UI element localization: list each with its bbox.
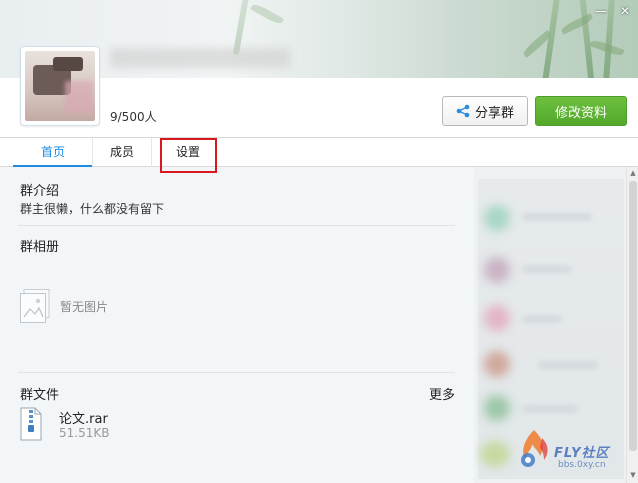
member-count: 9/500人 [110, 110, 157, 124]
bamboo-decoration [579, 0, 595, 78]
zip-file-icon[interactable] [20, 407, 42, 441]
album-title: 群相册 [20, 240, 60, 255]
tab-settings[interactable]: 设置 [160, 138, 216, 167]
share-icon [456, 104, 470, 118]
divider [18, 225, 455, 226]
share-group-label: 分享群 [474, 105, 514, 121]
edit-info-button[interactable]: 修改资料 [535, 96, 627, 126]
watermark-title: FLY社区 [554, 446, 610, 461]
vertical-scrollbar[interactable]: ▲ ▼ [626, 167, 638, 483]
group-name-blurred [110, 48, 290, 68]
watermark-subtitle: bbs.0xy.cn [558, 460, 606, 470]
tab-bar: 首页 成员 设置 [0, 138, 638, 167]
avatar-image [25, 51, 95, 121]
close-button[interactable]: ✕ [618, 4, 632, 18]
divider [18, 372, 455, 373]
intro-text: 群主很懒，什么都没有留下 [20, 202, 165, 216]
watermark: FLY社区 bbs.0xy.cn [514, 418, 624, 478]
minimize-button[interactable]: — [594, 4, 608, 18]
file-size: 51.51KB [59, 426, 110, 440]
group-avatar[interactable] [20, 46, 100, 126]
more-files-link[interactable]: 更多 [429, 384, 455, 403]
share-group-button[interactable]: 分享群 [442, 96, 528, 126]
file-name[interactable]: 论文.rar [59, 408, 108, 427]
bamboo-decoration [232, 0, 250, 56]
scroll-up-arrow-icon[interactable]: ▲ [629, 169, 637, 177]
main-content: 群介绍 群主很懒，什么都没有留下 群相册 暂无图片 群文件 更多 论文.rar … [0, 167, 474, 483]
no-image-text: 暂无图片 [60, 300, 109, 314]
image-placeholder-icon [20, 289, 50, 323]
window-controls: — ✕ [594, 4, 632, 18]
edit-info-label: 修改资料 [554, 105, 607, 121]
tab-home[interactable]: 首页 [13, 138, 93, 167]
intro-title: 群介绍 [20, 184, 60, 199]
leaf-decoration [250, 2, 284, 26]
tab-members[interactable]: 成员 [92, 138, 152, 167]
scroll-down-arrow-icon[interactable]: ▼ [629, 471, 637, 479]
files-title: 群文件 [20, 388, 60, 403]
scroll-thumb[interactable] [629, 181, 637, 451]
flame-logo-icon [521, 430, 548, 467]
